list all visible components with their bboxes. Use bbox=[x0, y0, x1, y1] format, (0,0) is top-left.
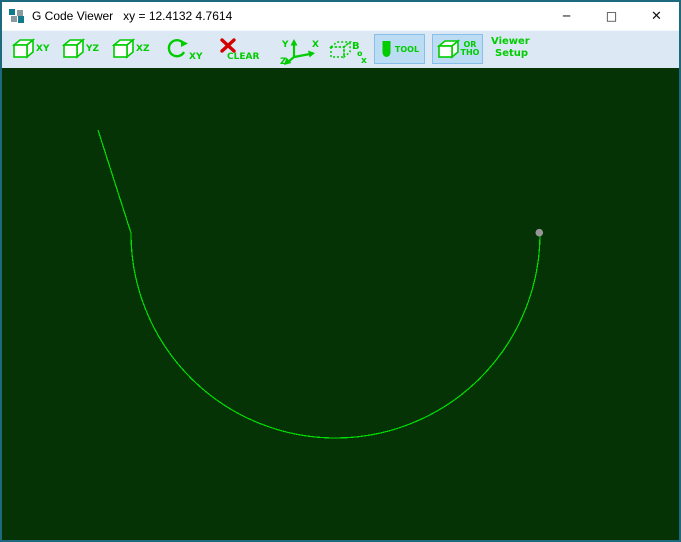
tool-display-button[interactable]: TOOL bbox=[374, 34, 425, 64]
viewer-canvas[interactable] bbox=[2, 68, 679, 540]
minimize-button[interactable]: ─ bbox=[544, 2, 589, 30]
clear-button[interactable]: CLEAR bbox=[220, 38, 259, 62]
cube-icon bbox=[110, 38, 135, 59]
box-letter-x: x bbox=[361, 56, 367, 65]
title-bar: G Code Viewer xy = 12.4132 4.7614 ─ □ ✕ bbox=[2, 2, 679, 30]
position-marker bbox=[536, 229, 544, 237]
view-xz-label: XZ bbox=[136, 44, 149, 54]
close-icon: ✕ bbox=[651, 9, 662, 24]
viewer-setup-button[interactable]: Viewer Setup bbox=[491, 36, 530, 60]
viewer-setup-label-top: Viewer bbox=[491, 36, 530, 48]
clear-label: CLEAR bbox=[227, 52, 259, 62]
gcode-viewer-window: G Code Viewer xy = 12.4132 4.7614 ─ □ ✕ X… bbox=[0, 0, 681, 542]
close-button[interactable]: ✕ bbox=[634, 2, 679, 30]
cube-icon bbox=[436, 39, 460, 59]
cube-icon bbox=[60, 38, 85, 59]
minimize-icon: ─ bbox=[563, 9, 570, 23]
viewer-setup-label-bottom: Setup bbox=[495, 48, 528, 60]
dashed-cube-icon: B o x bbox=[329, 39, 369, 65]
tool-icon bbox=[380, 40, 393, 59]
view-xy-label: XY bbox=[36, 44, 49, 54]
app-title: G Code Viewer bbox=[32, 9, 113, 23]
view-xy-button[interactable]: XY bbox=[10, 38, 49, 59]
rotate-xy-label: XY bbox=[189, 52, 202, 62]
axes-orientation-button[interactable]: Y X Z bbox=[280, 36, 322, 65]
window-controls: ─ □ ✕ bbox=[544, 2, 679, 30]
rotate-icon bbox=[166, 39, 188, 59]
maximize-button[interactable]: □ bbox=[589, 2, 634, 30]
axes-z-label: Z bbox=[280, 57, 287, 65]
view-xz-button[interactable]: XZ bbox=[110, 38, 149, 59]
coordinate-readout: xy = 12.4132 4.7614 bbox=[123, 9, 232, 23]
view-yz-label: YZ bbox=[86, 44, 99, 54]
tool-label: TOOL bbox=[395, 45, 419, 54]
ortho-view-button[interactable]: OR THO bbox=[432, 34, 483, 64]
toolbar: XY YZ XZ XY bbox=[2, 30, 679, 68]
rotate-xy-button[interactable]: XY bbox=[166, 39, 202, 62]
window-title: G Code Viewer xy = 12.4132 4.7614 bbox=[32, 9, 232, 23]
toolpath-plot bbox=[2, 68, 679, 540]
box-display-button[interactable]: B o x bbox=[329, 39, 369, 65]
axes-x-label: X bbox=[312, 40, 319, 50]
maximize-icon: □ bbox=[606, 9, 617, 23]
toolpath bbox=[98, 130, 540, 438]
view-yz-button[interactable]: YZ bbox=[60, 38, 99, 59]
axes-icon: Y X Z bbox=[280, 36, 322, 65]
cube-icon bbox=[10, 38, 35, 59]
ortho-label-bottom: THO bbox=[461, 49, 480, 57]
app-icon bbox=[8, 8, 26, 24]
clear-x-icon bbox=[220, 38, 236, 53]
axes-y-label: Y bbox=[281, 40, 289, 50]
